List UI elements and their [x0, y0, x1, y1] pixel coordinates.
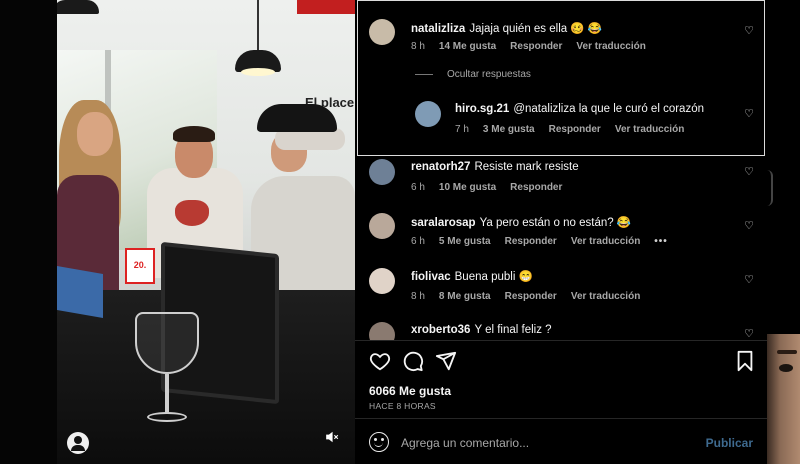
emoji-icon[interactable] [369, 432, 389, 452]
lamp-glow [241, 68, 275, 76]
glass-bowl [135, 312, 199, 374]
comments-panel: natalizliza Jajaja quién es ella 🥴 😂 8 h1… [355, 0, 767, 464]
post-video[interactable]: El placer acc 20. [57, 0, 355, 464]
glass-base [147, 412, 187, 422]
avatar[interactable] [369, 322, 395, 340]
video-red-rail [297, 0, 355, 14]
background-face-image [767, 334, 800, 464]
woman-face [77, 112, 113, 156]
profile-icon[interactable] [67, 432, 89, 454]
background-ring [767, 170, 773, 206]
lamp-cord [257, 0, 259, 50]
comment-item: xroberto36 Y el final feliz ? ♡ [355, 0, 767, 340]
man-hair [173, 126, 215, 142]
bull-logo [175, 200, 209, 226]
glass-stem [165, 374, 169, 414]
comment-body: Y el final feliz ? [474, 324, 552, 336]
comment-username[interactable]: xroberto36 [411, 324, 470, 336]
action-bar [369, 350, 759, 374]
counter-poster [57, 265, 103, 319]
heart-icon-svg [369, 353, 391, 371]
divider [355, 340, 767, 341]
lamp [57, 0, 99, 14]
price-tag: 20. [125, 248, 155, 284]
tip-glass [135, 312, 199, 432]
comment-text-row: xroberto36 Y el final feliz ? [411, 324, 552, 336]
cashier-cap [257, 104, 337, 132]
mute-icon-svg [326, 431, 339, 443]
heart-icon[interactable]: ♡ [743, 328, 755, 340]
bookmark-icon-svg [737, 350, 753, 372]
divider [355, 418, 767, 419]
likes-count[interactable]: 6066 Me gusta [369, 384, 451, 398]
price-tag-text: 20. [133, 260, 147, 270]
left-backdrop [0, 0, 57, 464]
post-time: HACE 8 HORAS [369, 401, 436, 411]
heart-icon[interactable] [369, 350, 391, 372]
share-icon-svg [435, 351, 457, 371]
comment-icon-svg [403, 351, 424, 372]
face-eye [779, 364, 793, 372]
comment-icon[interactable] [402, 350, 424, 372]
post-button[interactable]: Publicar [706, 436, 753, 450]
mute-icon[interactable] [323, 430, 341, 448]
share-icon[interactable] [435, 350, 457, 372]
bookmark-icon[interactable] [735, 350, 757, 372]
face-brow [777, 350, 797, 354]
comment-input[interactable] [401, 434, 691, 452]
